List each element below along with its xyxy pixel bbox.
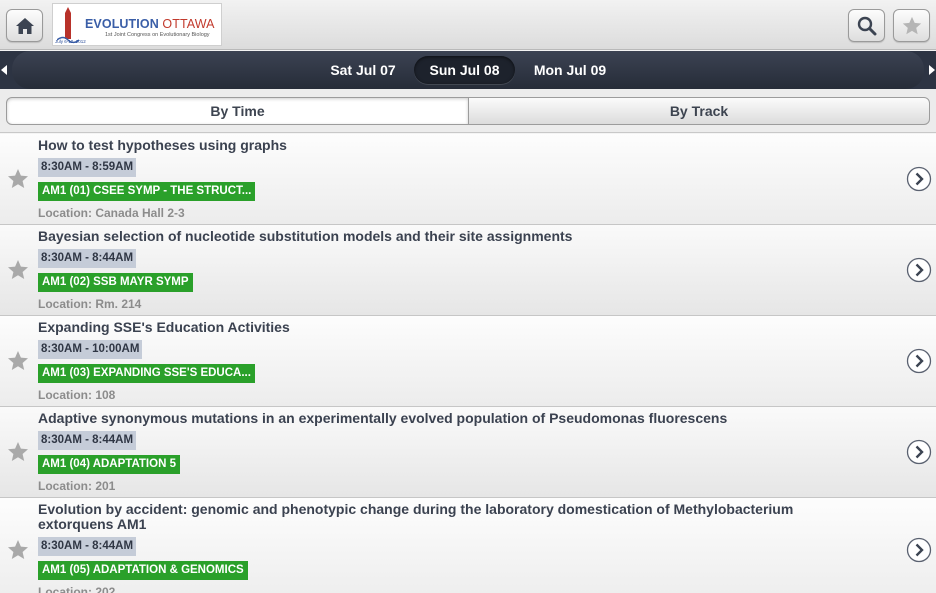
top-header: EVOLUTION OTTAWA 1st Joint Congress on E… [0,0,936,50]
star-icon [902,16,921,34]
chevron-right-icon[interactable] [906,537,932,563]
date-sat[interactable]: Sat Jul 07 [322,56,404,84]
session-title: Bayesian selection of nucleotide substit… [38,228,573,244]
view-toggle: By Time By Track [0,89,936,133]
session-row[interactable]: Adaptive synonymous mutations in an expe… [0,407,936,498]
session-title: How to test hypotheses using graphs [38,137,287,153]
favorite-star-icon[interactable] [6,440,30,464]
date-mon[interactable]: Mon Jul 09 [524,56,616,84]
logo-title: EVOLUTION OTTAWA [85,17,215,31]
chevron-right-icon[interactable] [906,439,932,465]
session-track: AM1 (01) CSEE SYMP - THE STRUCT... [38,182,256,201]
logo-subtitle: 1st Joint Congress on Evolutionary Biolo… [105,32,210,38]
logo-dates: July 6-10, 2012 [55,39,86,44]
session-location: Location: Canada Hall 2-3 [38,206,185,220]
favorite-star-icon[interactable] [6,167,30,191]
session-location: Location: 201 [38,479,116,493]
session-location: Location: Rm. 214 [38,297,142,311]
previous-arrow-icon[interactable] [1,65,7,75]
home-icon [15,17,34,34]
chevron-right-icon[interactable] [906,348,932,374]
session-location: Location: 108 [38,388,116,402]
session-time: 8:30AM - 8:59AM [38,158,137,177]
tab-by-time[interactable]: By Time [6,97,469,125]
session-list: How to test hypotheses using graphs 8:30… [0,134,936,593]
session-track: AM1 (04) ADAPTATION 5 [38,455,180,474]
favorite-star-icon[interactable] [6,538,30,562]
session-row[interactable]: How to test hypotheses using graphs 8:30… [0,134,936,225]
chevron-right-icon[interactable] [906,257,932,283]
session-track: AM1 (02) SSB MAYR SYMP [38,273,193,292]
conference-logo: EVOLUTION OTTAWA 1st Joint Congress on E… [52,3,222,46]
session-time: 8:30AM - 8:44AM [38,431,137,450]
session-time: 8:30AM - 8:44AM [38,537,137,556]
session-row[interactable]: Expanding SSE's Education Activities 8:3… [0,316,936,407]
session-title: Expanding SSE's Education Activities [38,319,290,335]
session-row[interactable]: Bayesian selection of nucleotide substit… [0,225,936,316]
search-icon [857,16,876,35]
date-sun-selected[interactable]: Sun Jul 08 [414,56,515,84]
session-time: 8:30AM - 10:00AM [38,340,143,359]
tab-by-track[interactable]: By Track [468,97,930,125]
session-row[interactable]: Evolution by accident: genomic and pheno… [0,498,936,593]
session-time: 8:30AM - 8:44AM [38,249,137,268]
session-title: Adaptive synonymous mutations in an expe… [38,410,728,426]
home-button[interactable] [6,9,43,42]
session-title: Evolution by accident: genomic and pheno… [38,501,794,532]
search-button[interactable] [848,9,885,42]
session-location: Location: 202 [38,585,116,593]
favorites-button[interactable] [893,9,930,42]
favorite-star-icon[interactable] [6,349,30,373]
next-arrow-icon[interactable] [929,65,935,75]
favorite-star-icon[interactable] [6,258,30,282]
peace-tower-icon [57,7,79,43]
date-navigator: Sat Jul 07 Sun Jul 08 Mon Jul 09 [0,51,936,89]
chevron-right-icon[interactable] [906,166,932,192]
session-track: AM1 (05) ADAPTATION & GENOMICS [38,561,248,580]
session-track: AM1 (03) EXPANDING SSE'S EDUCA... [38,364,255,383]
